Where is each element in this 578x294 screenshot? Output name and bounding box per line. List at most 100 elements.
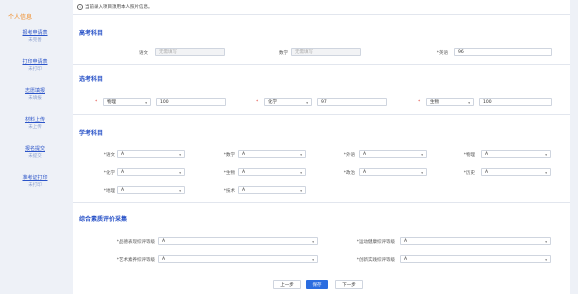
chevron-down-icon: ▾ <box>306 101 308 105</box>
xuekao-grade-select[interactable]: A ▾ <box>238 186 306 194</box>
xuekao-label: *语文 <box>103 153 115 158</box>
select-value: A <box>485 152 489 157</box>
divider <box>73 64 570 65</box>
main-panel: i 当前录入项目须用本人照片信息。 高考科目 语文 无需填写 数学 无需填写 *… <box>73 0 570 294</box>
select-value: A <box>485 170 489 175</box>
chevron-down-icon: ▾ <box>545 240 547 244</box>
sidebar-item-status: 未完善 <box>28 38 42 43</box>
xuekao-grade-select[interactable]: A ▾ <box>117 186 185 194</box>
zonghe-label: *运动健康综评等级 <box>356 240 395 245</box>
xuekao-label: *数学 <box>223 153 235 158</box>
xuekao-grade-select[interactable]: A ▾ <box>359 168 427 176</box>
sidebar-item-admission-ticket[interactable]: 准考证打印 未打印 <box>3 175 67 189</box>
sidebar-item-status: 未打印 <box>28 183 42 188</box>
sidebar-item-title[interactable]: 报名提交 <box>3 146 67 153</box>
xuekao-label: *物理 <box>463 153 475 158</box>
divider <box>73 14 570 15</box>
section-title-gaokao: 高考科目 <box>79 30 104 37</box>
select-value: A <box>242 170 246 175</box>
chevron-down-icon: ▾ <box>300 189 302 193</box>
zonghe-grade-select[interactable]: A ▾ <box>400 237 551 245</box>
xuankao-subject-select[interactable]: 物理 ▾ <box>103 98 151 106</box>
zonghe-grade-select[interactable]: A ▾ <box>158 255 318 263</box>
select-value: A <box>242 188 246 193</box>
select-value: A <box>404 257 408 262</box>
select-value: 物理 <box>107 100 116 105</box>
notice-bar: i 当前录入项目须用本人照片信息。 <box>77 4 153 10</box>
xuekao-label: *技术 <box>223 189 235 194</box>
xuekao-label: *历史 <box>463 171 475 176</box>
xuankao-score-input[interactable]: 100 <box>156 98 226 106</box>
sidebar-item-title[interactable]: 打印申请表 <box>3 59 67 66</box>
chevron-down-icon: ▾ <box>468 101 470 105</box>
sidebar-item-title[interactable]: 准考证打印 <box>3 175 67 182</box>
divider <box>73 114 570 115</box>
zonghe-grade-select[interactable]: A ▾ <box>158 237 318 245</box>
select-value: A <box>242 152 246 157</box>
xuekao-label: *外语 <box>343 153 355 158</box>
chevron-down-icon: ▾ <box>545 171 547 175</box>
xuekao-grade-select[interactable]: A ▾ <box>481 150 551 158</box>
xuankao-subject-select[interactable]: 生物 ▾ <box>426 98 474 106</box>
xuekao-label: *生物 <box>223 171 235 176</box>
xuekao-label: *政治 <box>343 171 355 176</box>
sidebar-item-title[interactable]: 报考申请表 <box>3 30 67 37</box>
zonghe-label: *创新实践综评等级 <box>356 258 395 263</box>
xuekao-grade-select[interactable]: A ▾ <box>117 150 185 158</box>
math-field: 无需填写 <box>291 48 361 56</box>
sidebar-item-application-form[interactable]: 报考申请表 未完善 <box>3 30 67 44</box>
sidebar-item-materials[interactable]: 材料上传 未上传 <box>3 117 67 131</box>
save-button[interactable]: 保存 <box>306 280 328 289</box>
xuekao-grade-select[interactable]: A ▾ <box>359 150 427 158</box>
xuekao-grade-select[interactable]: A ▾ <box>238 168 306 176</box>
zonghe-label: *品德表现综评等级 <box>116 240 155 245</box>
xuekao-grade-select[interactable]: A ▾ <box>481 168 551 176</box>
chevron-down-icon: ▾ <box>300 153 302 157</box>
select-value: A <box>363 152 367 157</box>
sidebar-item-status: 未提交 <box>28 154 42 159</box>
prev-button[interactable]: 上一步 <box>273 280 301 289</box>
chevron-down-icon: ▾ <box>421 153 423 157</box>
select-value: A <box>404 239 408 244</box>
section-title-zonghe: 综合素质评价采集 <box>79 216 128 223</box>
math-label: 数学 <box>279 51 288 56</box>
sidebar: 个人信息 报考申请表 未完善 打印申请表 未打印 志愿填报 未填报 材料上传 未… <box>0 0 70 294</box>
chevron-down-icon: ▾ <box>179 171 181 175</box>
english-score-input[interactable]: 96 <box>454 48 552 56</box>
chinese-label: 语文 <box>139 51 148 56</box>
next-button[interactable]: 下一步 <box>335 280 363 289</box>
select-value: A <box>121 188 125 193</box>
select-value: 生物 <box>430 100 439 105</box>
chinese-field: 无需填写 <box>155 48 225 56</box>
chevron-down-icon: ▾ <box>312 240 314 244</box>
info-icon: i <box>77 4 83 10</box>
chevron-down-icon: ▾ <box>312 258 314 262</box>
xuekao-label: *化学 <box>103 171 115 176</box>
sidebar-item-status: 未填报 <box>28 96 42 101</box>
xuankao-score-input[interactable]: 97 <box>317 98 387 106</box>
sidebar-item-volunteer[interactable]: 志愿填报 未填报 <box>3 88 67 102</box>
zonghe-label: *艺术素养综评等级 <box>116 258 155 263</box>
xuekao-grade-select[interactable]: A ▾ <box>238 150 306 158</box>
sidebar-item-status: 未打印 <box>28 67 42 72</box>
select-value: A <box>162 239 166 244</box>
sidebar-item-title[interactable]: 材料上传 <box>3 117 67 124</box>
xuekao-grade-select[interactable]: A ▾ <box>117 168 185 176</box>
chevron-down-icon: ▾ <box>545 153 547 157</box>
notice-text: 当前录入项目须用本人照片信息。 <box>85 5 153 10</box>
sidebar-item-title[interactable]: 志愿填报 <box>3 88 67 95</box>
chevron-down-icon: ▾ <box>421 171 423 175</box>
chevron-down-icon: ▾ <box>179 153 181 157</box>
sidebar-item-status: 未上传 <box>28 125 42 130</box>
select-value: A <box>121 152 125 157</box>
sidebar-header[interactable]: 个人信息 <box>8 12 32 21</box>
select-value: A <box>121 170 125 175</box>
xuankao-score-input[interactable]: 100 <box>479 98 552 106</box>
section-title-xuekao: 学考科目 <box>79 130 104 137</box>
chevron-down-icon: ▾ <box>179 189 181 193</box>
sidebar-item-print-form[interactable]: 打印申请表 未打印 <box>3 59 67 73</box>
select-value: 化学 <box>268 100 277 105</box>
sidebar-item-submit[interactable]: 报名提交 未提交 <box>3 146 67 160</box>
xuankao-subject-select[interactable]: 化学 ▾ <box>264 98 312 106</box>
zonghe-grade-select[interactable]: A ▾ <box>400 255 551 263</box>
